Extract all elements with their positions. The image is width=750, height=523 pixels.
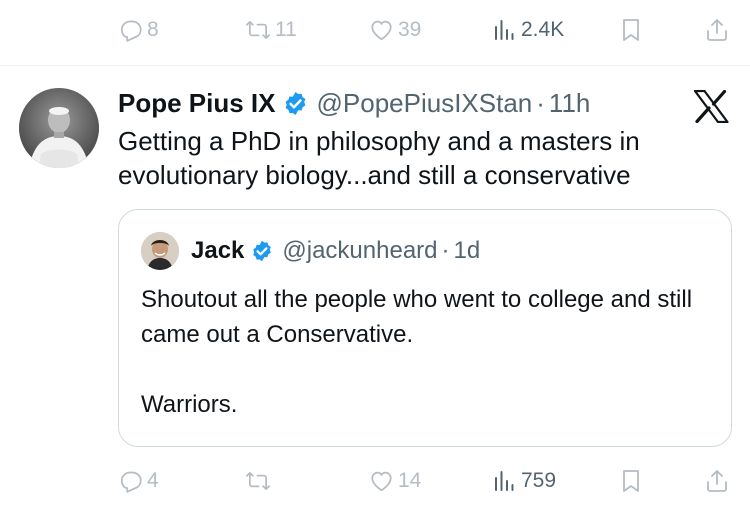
display-name[interactable]: Jack <box>191 237 244 265</box>
avatar-photo <box>19 88 99 168</box>
quote-line: Warriors. <box>141 391 238 418</box>
verified-badge-icon <box>282 90 309 117</box>
handle[interactable]: @jackunheard <box>282 237 437 265</box>
share-icon <box>705 17 729 43</box>
views-button[interactable]: 759 <box>493 461 556 501</box>
views-count: 759 <box>521 469 557 492</box>
bookmark-button[interactable] <box>620 10 642 50</box>
retweet-button[interactable] <box>244 461 275 501</box>
verified-badge-icon <box>250 239 274 263</box>
reply-count: 8 <box>147 18 159 41</box>
like-button[interactable]: 39 <box>368 10 421 50</box>
like-icon <box>368 17 395 43</box>
avatar <box>141 232 179 270</box>
handle[interactable]: @PopePiusIXStan <box>317 88 533 119</box>
tweet-text: Getting a PhD in philosophy and a master… <box>118 126 640 190</box>
bookmark-icon <box>620 468 642 494</box>
like-count: 39 <box>398 18 422 41</box>
separator: · <box>441 237 450 264</box>
share-button[interactable] <box>705 10 729 50</box>
display-name[interactable]: Pope Pius IX <box>118 88 276 119</box>
like-icon <box>368 468 395 494</box>
avatar[interactable] <box>19 88 99 168</box>
x-logo-icon <box>693 89 729 124</box>
retweet-icon <box>244 17 272 43</box>
views-count: 2.4K <box>521 18 565 41</box>
reply-button[interactable]: 4 <box>118 461 159 501</box>
retweet-count: 11 <box>275 18 297 41</box>
views-button[interactable]: 2.4K <box>493 10 564 50</box>
share-icon <box>705 468 729 494</box>
reply-icon <box>118 17 144 43</box>
quote-header: Jack @jackunheard · 1d <box>191 235 480 267</box>
reply-icon <box>118 468 144 494</box>
separator: · <box>536 87 545 118</box>
timestamp[interactable]: 11h <box>549 88 590 119</box>
like-count: 14 <box>398 469 422 492</box>
tweet-divider <box>0 65 750 66</box>
reply-button[interactable]: 8 <box>118 10 159 50</box>
reply-count: 4 <box>147 469 159 492</box>
share-button[interactable] <box>705 461 729 501</box>
retweet-button[interactable]: 11 <box>244 10 297 50</box>
quoted-tweet[interactable]: Jack @jackunheard · 1d Shoutout all the … <box>118 209 732 447</box>
retweet-icon <box>244 468 272 494</box>
tweet-action-bar: 4 14 759 <box>0 461 750 501</box>
tweet-thread: 8 11 39 2.4K Pope Pius IX @PopePiusIXSta… <box>0 0 750 523</box>
views-icon <box>493 18 515 42</box>
timestamp[interactable]: 1d <box>454 237 481 265</box>
bookmark-button[interactable] <box>620 461 642 501</box>
previous-tweet-action-bar: 8 11 39 2.4K <box>0 10 750 50</box>
views-icon <box>493 469 515 493</box>
quote-line: Shoutout all the people who went to coll… <box>141 286 693 348</box>
tweet-header: Pope Pius IX @PopePiusIXStan · 11h <box>118 86 590 120</box>
like-button[interactable]: 14 <box>368 461 421 501</box>
quote-text: Shoutout all the people who went to coll… <box>141 282 721 422</box>
avatar-photo <box>141 232 179 270</box>
quote-line <box>141 352 721 387</box>
bookmark-icon <box>620 17 642 43</box>
